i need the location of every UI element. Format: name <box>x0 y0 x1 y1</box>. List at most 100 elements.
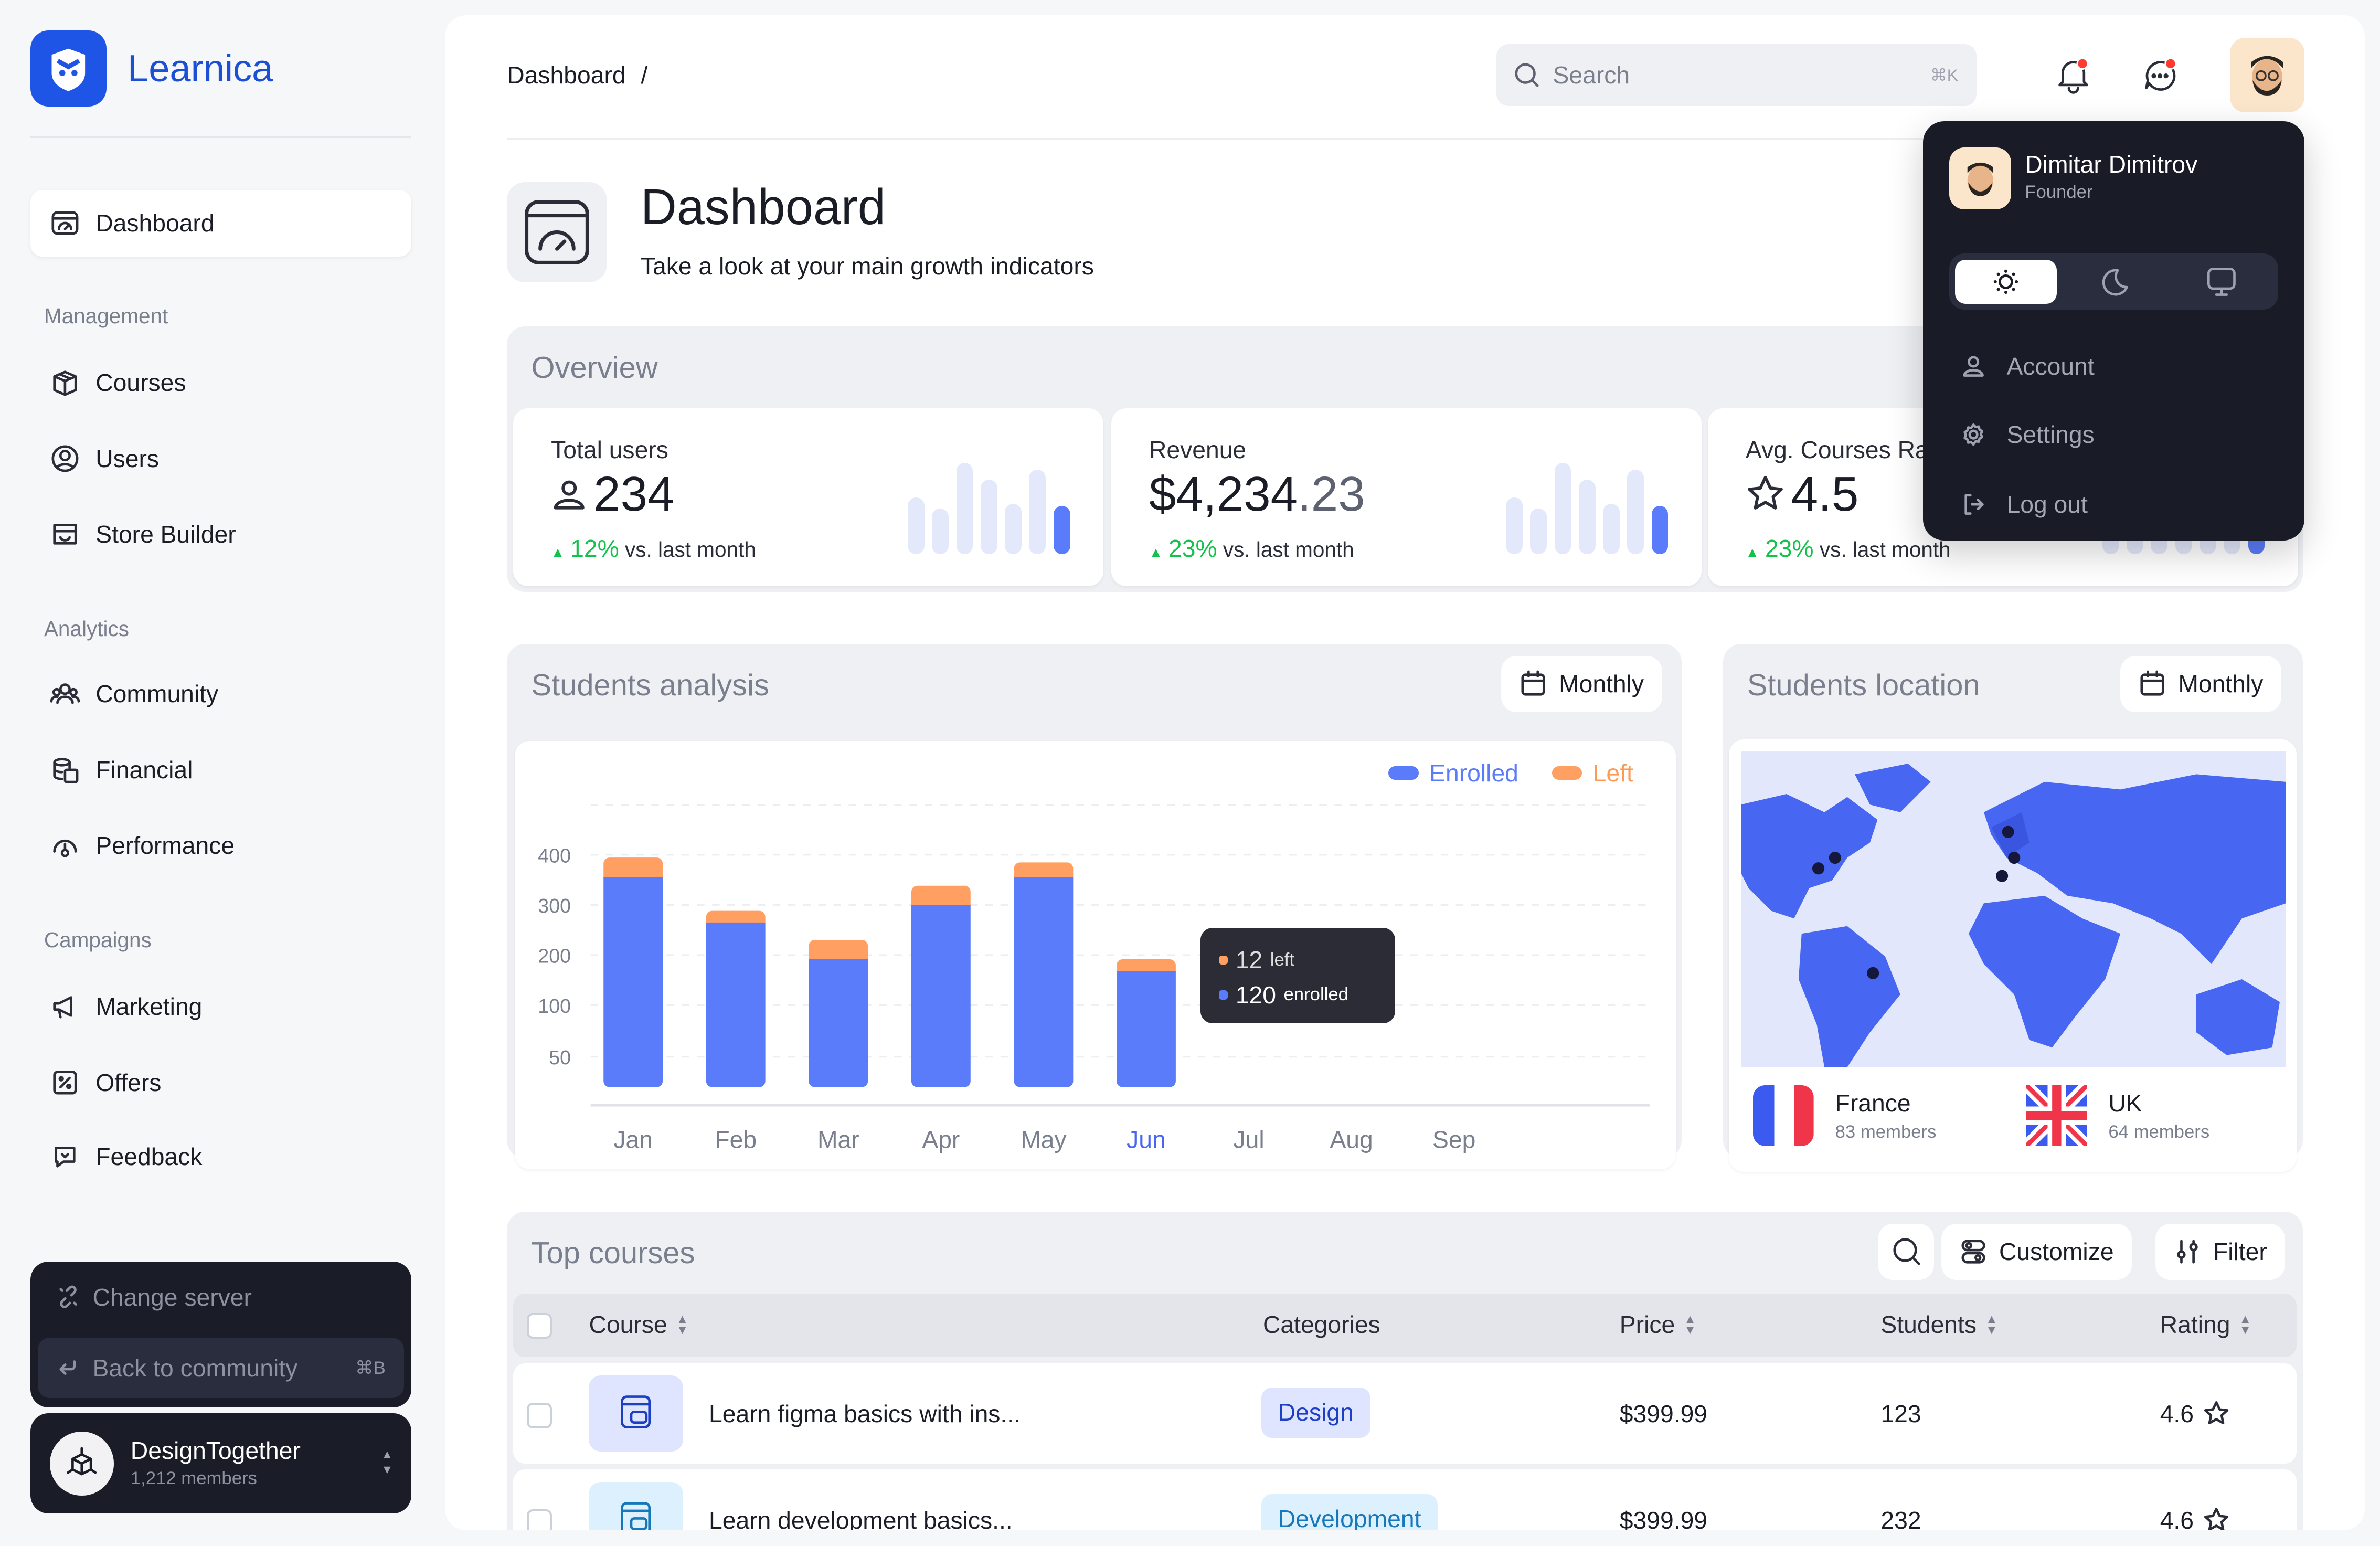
column-categories: Categories <box>1263 1310 1380 1339</box>
star-icon <box>1746 474 1785 514</box>
y-tick-label: 300 <box>538 895 571 917</box>
sidebar-item-users[interactable]: Users <box>30 425 411 492</box>
table-row[interactable]: Learn development basics... Development … <box>513 1469 2297 1531</box>
x-tick-label: Mar <box>817 1126 859 1153</box>
search-input[interactable]: Search ⌘K <box>1496 44 1977 107</box>
y-tick-label: 50 <box>549 1046 571 1068</box>
change-server-button[interactable]: Change server <box>56 1283 252 1311</box>
theme-system-button[interactable] <box>2171 260 2272 304</box>
delta-value: 23% <box>1765 535 1814 563</box>
sidebar-item-marketing[interactable]: Marketing <box>30 973 411 1040</box>
period-label: Monthly <box>1559 670 1644 698</box>
feedback-icon <box>50 1142 80 1172</box>
sidebar-item-feedback[interactable]: Feedback <box>30 1124 411 1190</box>
category-badge: Development <box>1261 1494 1438 1531</box>
sidebar-item-label: Performance <box>95 832 235 860</box>
customize-button[interactable]: Customize <box>1941 1223 2132 1280</box>
bar-enrolled <box>706 922 766 1087</box>
x-tick-label: Aug <box>1330 1126 1373 1153</box>
stat-card[interactable]: Revenue $4,234.23 ▲ 23% vs. last month <box>1111 408 1702 586</box>
sidebar-item-label: Courses <box>95 369 186 397</box>
menu-item-account[interactable]: Account <box>1961 352 2095 380</box>
back-to-community-button[interactable]: Back to community ⌘B <box>38 1337 404 1399</box>
country-uk[interactable]: UK 64 members <box>2026 1085 2209 1147</box>
sparkline-bar <box>1053 505 1070 554</box>
row-checkbox[interactable] <box>526 1509 552 1531</box>
sparkline-bar <box>1554 463 1571 554</box>
user-menu: Dimitar Dimitrov Founder Account Setting… <box>1923 121 2304 541</box>
tooltip-left-label: left <box>1270 949 1295 970</box>
sidebar-item-dashboard[interactable]: Dashboard <box>30 189 411 257</box>
notifications-button[interactable] <box>2054 56 2093 96</box>
tooltip-swatch-left <box>1219 955 1228 965</box>
column-students[interactable]: Students ▲ ▼ <box>1880 1310 1998 1339</box>
theme-light-button[interactable] <box>1955 259 2057 304</box>
sidebar-item-courses[interactable]: Courses <box>30 349 411 416</box>
sparkline-bar <box>1627 469 1644 554</box>
community-members: 1,212 members <box>130 1468 257 1488</box>
delta-value: 12% <box>570 535 619 563</box>
stat-delta: ▲ 12% vs. last month <box>551 534 756 563</box>
theme-dark-button[interactable] <box>2063 260 2165 304</box>
avatar[interactable] <box>2229 38 2304 113</box>
students-location-title: Students location <box>1747 668 1980 702</box>
table-search-button[interactable] <box>1877 1223 1934 1280</box>
bar-enrolled <box>1116 970 1176 1087</box>
column-price[interactable]: Price ▲ ▼ <box>1620 1310 1696 1339</box>
sidebar-item-store-builder[interactable]: Store Builder <box>30 501 411 568</box>
calendar-icon <box>2139 670 2166 697</box>
customize-icon <box>1960 1238 1987 1265</box>
row-checkbox[interactable] <box>526 1403 552 1428</box>
menu-item-label: Log out <box>2006 491 2088 518</box>
search-shortcut: ⌘K <box>1930 66 1958 85</box>
students-location-panel: Students location Monthly France 83 memb… <box>1723 643 2303 1172</box>
world-map[interactable] <box>1741 751 2286 1067</box>
column-course[interactable]: Course ▲ ▼ <box>589 1310 688 1339</box>
search-icon <box>1892 1236 1922 1267</box>
logo-icon[interactable] <box>30 30 107 107</box>
table-row[interactable]: Learn figma basics with ins... Design $3… <box>513 1363 2297 1464</box>
sidebar-item-label: Feedback <box>95 1143 203 1171</box>
box-icon <box>50 367 80 398</box>
period-select[interactable]: Monthly <box>1501 655 1662 712</box>
course-name[interactable]: Learn development basics... <box>709 1506 1013 1530</box>
overview-title: Overview <box>531 351 658 385</box>
column-label: Students <box>1880 1310 1977 1338</box>
legend-left: Left <box>1552 759 1633 787</box>
tooltip-enrolled-value: 120 <box>1235 981 1277 1009</box>
sidebar-item-performance[interactable]: Performance <box>30 812 411 879</box>
x-tick-label: Jun <box>1127 1126 1166 1153</box>
trend-up-icon: ▲ <box>551 544 565 560</box>
brand-name[interactable]: Learnica <box>128 47 273 90</box>
filter-button[interactable]: Filter <box>2155 1223 2286 1280</box>
sparkline <box>1505 463 1669 554</box>
menu-item-label: Account <box>2006 353 2095 380</box>
country-france[interactable]: France 83 members <box>1753 1085 1936 1147</box>
course-name[interactable]: Learn figma basics with ins... <box>709 1400 1021 1428</box>
chart-legend: Enrolled Left <box>1388 759 1633 787</box>
column-rating[interactable]: Rating ▲ ▼ <box>2160 1310 2251 1339</box>
top-courses-title: Top courses <box>531 1236 695 1270</box>
course-price: $399.99 <box>1619 1506 1708 1531</box>
delta-text: vs. last month <box>1819 537 1951 562</box>
community-switcher[interactable]: DesignTogether 1,212 members ▲ ▼ <box>30 1413 411 1514</box>
page-icon <box>507 182 608 283</box>
page-title: Dashboard <box>640 179 886 236</box>
messages-button[interactable] <box>2140 56 2180 96</box>
sidebar-item-financial[interactable]: Financial <box>30 736 411 803</box>
sidebar-item-label: Store Builder <box>95 521 236 548</box>
select-all-checkbox[interactable] <box>526 1313 552 1339</box>
menu-item-logout[interactable]: Log out <box>1961 490 2088 518</box>
period-select[interactable]: Monthly <box>2120 655 2282 712</box>
sparkline-bar <box>1651 505 1669 554</box>
search-icon <box>1513 61 1540 89</box>
country-name: France <box>1835 1089 1911 1117</box>
menu-item-settings[interactable]: Settings <box>1961 420 2095 449</box>
stat-card[interactable]: Total users 234 ▲ 12% vs. last month <box>513 408 1104 586</box>
sidebar-item-offers[interactable]: Offers <box>30 1049 411 1116</box>
sidebar-item-community[interactable]: Community <box>30 660 411 727</box>
legend-swatch <box>1552 766 1582 780</box>
breadcrumb-item[interactable]: Dashboard <box>507 61 625 89</box>
tooltip-enrolled-label: enrolled <box>1283 984 1348 1005</box>
sparkline-bar <box>1029 469 1046 554</box>
